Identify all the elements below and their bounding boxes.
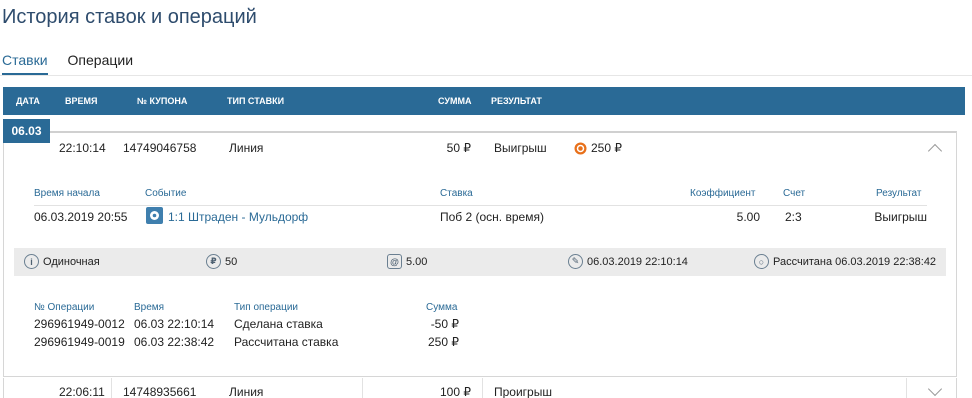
detail-head-score: Счет <box>783 188 806 199</box>
chevron-up-icon[interactable] <box>927 143 943 159</box>
detail-divider <box>34 205 927 206</box>
ruble-icon: ₽ <box>206 254 221 269</box>
info-odds: @ 5.00 <box>387 254 427 269</box>
info-placed-text: 06.03.2019 22:10:14 <box>587 255 688 268</box>
bet-info-bar: i Одиночная ₽ 50 @ 5.00 ✎ 06.03.2019 22:… <box>14 248 946 276</box>
info-stake-text: 50 <box>225 255 238 268</box>
tab-bets[interactable]: Ставки <box>2 52 48 75</box>
cell-divider <box>111 378 112 398</box>
detail-start: 06.03.2019 20:55 <box>34 210 128 224</box>
tabs-divider <box>0 75 972 76</box>
tabs: Ставки Операции <box>2 52 133 75</box>
page: История ставок и операций Ставки Операци… <box>0 0 972 398</box>
detail-bet: Поб 2 (осн. время) <box>440 210 544 224</box>
bet-card-expanded[interactable]: 22:10:14 14749046758 Линия 50 ₽ Выигрыш … <box>3 131 957 377</box>
ops-head-id: № Операции <box>34 302 95 313</box>
clock-icon: ✎ <box>568 254 583 269</box>
op-row-time: 06.03 22:38:42 <box>134 335 215 349</box>
bet-type: Линия <box>229 385 264 398</box>
detail-head-bet: Ставка <box>440 188 473 199</box>
bet-coupon[interactable]: 14748935661 <box>123 385 196 398</box>
bet-result: Выигрыш <box>494 141 547 155</box>
header-amount: Сумма <box>438 96 472 106</box>
info-icon: i <box>24 254 39 269</box>
coin-icon <box>574 142 587 154</box>
header-time: Время <box>65 96 98 106</box>
chevron-down-icon[interactable] <box>927 381 943 397</box>
detail-head-event: Событие <box>145 188 187 199</box>
status-icon: ○ <box>754 254 769 269</box>
bet-result: Проигрыш <box>494 385 552 398</box>
ops-head-time: Время <box>134 302 165 313</box>
detail-head-result: Результат <box>876 188 922 199</box>
detail-result: Выигрыш <box>874 210 927 224</box>
cell-divider <box>362 378 363 398</box>
event-icon <box>146 207 163 224</box>
info-settled-text: Рассчитана 06.03.2019 22:38:42 <box>773 255 937 268</box>
detail-event-link[interactable]: 1:1 Штраден - Мульдорф <box>168 210 308 224</box>
op-row-id: 296961949-0012 <box>34 317 125 331</box>
info-kind: i Одиночная <box>24 254 100 269</box>
op-row-type: Рассчитана ставка <box>234 335 339 349</box>
bet-amount: 50 ₽ <box>446 141 471 155</box>
bet-time: 22:06:11 <box>59 385 105 398</box>
info-placed: ✎ 06.03.2019 22:10:14 <box>568 254 688 269</box>
detail-head-start: Время начала <box>34 188 100 199</box>
header-date: Дата <box>16 96 40 106</box>
page-title: История ставок и операций <box>2 6 257 28</box>
op-row-type: Сделана ставка <box>234 317 323 331</box>
header-coupon: № купона <box>137 96 188 106</box>
tab-operations[interactable]: Операции <box>68 52 134 75</box>
info-kind-text: Одиночная <box>43 255 100 268</box>
op-row-time: 06.03 22:10:14 <box>134 317 215 331</box>
header-result: Результат <box>491 96 542 106</box>
bet-coupon[interactable]: 14749046758 <box>123 141 196 155</box>
header-bet-type: Тип ставки <box>227 96 285 106</box>
bet-time: 22:10:14 <box>59 141 106 155</box>
op-row-sum: 250 ₽ <box>428 335 459 349</box>
win-amount-value: 250 ₽ <box>591 141 622 155</box>
ops-head-type: Тип операции <box>234 302 299 313</box>
bet-amount: 100 ₽ <box>440 385 471 398</box>
op-row-sum: -50 ₽ <box>430 317 459 331</box>
detail-score: 2:3 <box>785 210 802 224</box>
bet-row-collapsed[interactable]: 22:06:11 14748935661 Линия 100 ₽ Проигры… <box>3 378 957 398</box>
at-icon: @ <box>387 254 402 269</box>
info-settled: ○ Рассчитана 06.03.2019 22:38:42 <box>754 254 936 269</box>
table-header: Дата Время № купона Тип ставки Сумма Рез… <box>3 87 965 115</box>
info-odds-text: 5.00 <box>406 255 428 268</box>
op-row-id: 296961949-0019 <box>34 335 125 349</box>
cell-divider <box>906 378 907 398</box>
ops-head-sum: Сумма <box>426 302 458 313</box>
win-amount: 250 ₽ <box>574 141 622 155</box>
cell-divider <box>482 378 483 398</box>
info-stake: ₽ 50 <box>206 254 237 269</box>
detail-head-coef: Коэффициент <box>690 188 756 199</box>
bet-type: Линия <box>229 141 264 155</box>
date-group-badge: 06.03 <box>3 119 50 143</box>
detail-coef: 5.00 <box>736 210 760 224</box>
